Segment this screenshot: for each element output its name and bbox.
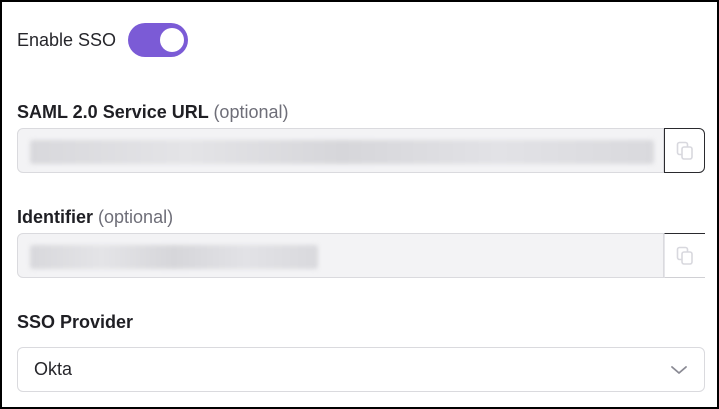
identifier-group — [17, 233, 705, 278]
sso-provider-select[interactable]: Okta — [17, 347, 705, 392]
saml-url-label: SAML 2.0 Service URL (optional) — [17, 102, 288, 123]
saml-url-label-text: SAML 2.0 Service URL — [17, 102, 209, 122]
saml-url-input[interactable] — [17, 128, 664, 173]
identifier-label: Identifier (optional) — [17, 207, 173, 228]
saml-url-group — [17, 128, 705, 173]
copy-icon — [676, 141, 693, 160]
sso-provider-value: Okta — [34, 359, 73, 379]
identifier-input[interactable] — [17, 233, 664, 278]
enable-sso-row: Enable SSO — [17, 23, 189, 57]
chevron-down-icon — [671, 365, 687, 374]
copy-icon — [676, 246, 693, 265]
redacted-value — [30, 245, 318, 269]
identifier-copy-button[interactable] — [664, 233, 705, 278]
identifier-label-text: Identifier — [17, 207, 94, 227]
toggle-knob — [160, 28, 185, 52]
saml-url-optional: (optional) — [213, 102, 289, 122]
enable-sso-toggle[interactable] — [128, 23, 189, 57]
sso-settings-panel: Enable SSO SAML 2.0 Service URL (optiona… — [0, 0, 719, 409]
redacted-value — [30, 140, 654, 164]
enable-sso-label: Enable SSO — [17, 29, 117, 50]
sso-provider-label: SSO Provider — [17, 312, 134, 332]
identifier-optional: (optional) — [98, 207, 174, 227]
saml-url-copy-button[interactable] — [664, 128, 705, 173]
